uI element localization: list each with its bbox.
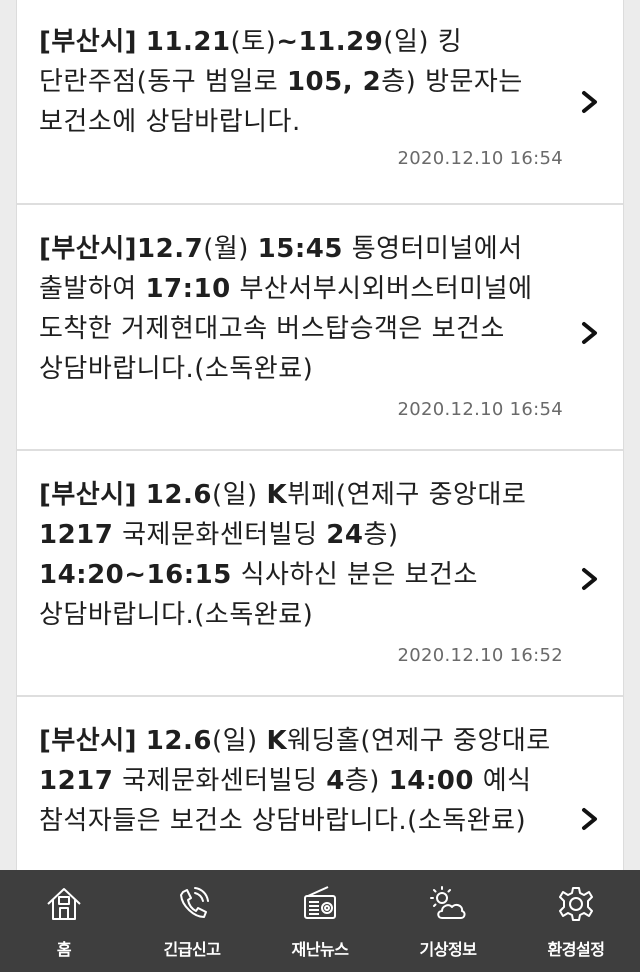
message-text: [부산시] 11.21(토)~11.29(일) 킹 단란주점(동구 범일로 10…	[39, 22, 563, 142]
message-text-segment: 1217	[39, 766, 114, 796]
radio-icon	[304, 886, 336, 919]
home-icon	[47, 888, 81, 920]
message-text-segment: 1217	[39, 520, 114, 550]
chevron-right-icon	[582, 568, 597, 590]
message-text-segment: 15:45	[257, 234, 343, 264]
chevron-right-icon	[582, 808, 597, 830]
message-text: [부산시] 12.6(일) K웨딩홀(연제구 중앙대로 1217 국제문화센터빌…	[39, 721, 563, 841]
message-text-segment	[137, 480, 146, 510]
message-text-segment: 11.21	[145, 27, 231, 57]
gear-icon	[559, 887, 593, 921]
message-text-segment: (월)	[203, 234, 258, 264]
message-region: [부산시]	[39, 726, 138, 756]
tab-label: 홈	[56, 940, 72, 959]
message-text-segment: 국제문화센터빌딩	[113, 766, 327, 796]
tab-label: 환경설정	[547, 940, 605, 959]
message-text-segment: 17:10	[145, 274, 231, 304]
message-text-segment: 층)	[344, 766, 389, 796]
chevron-right-icon	[582, 91, 597, 113]
message-text-segment	[137, 726, 146, 756]
message-list[interactable]: [부산시] 11.21(토)~11.29(일) 킹 단란주점(동구 범일로 10…	[16, 0, 624, 870]
message-text-segment: K	[266, 726, 288, 756]
message-text-segment: 12.6	[145, 726, 212, 756]
message-text-segment: 층)	[363, 520, 399, 550]
message-text-segment: 웨딩홀(연제구 중앙대로	[287, 726, 551, 756]
weather-icon	[430, 886, 466, 919]
message-text-segment: (일)	[211, 726, 267, 756]
chevron-right-icon	[582, 322, 597, 344]
message-date: 2020.12.10 16:54	[397, 399, 563, 420]
message-text-segment: 12.7	[137, 234, 204, 264]
message-text-segment: ~11.29	[276, 27, 384, 57]
message-item[interactable]: [부산시]12.7(월) 15:45 통영터미널에서 출발하여 17:10 부산…	[17, 205, 623, 451]
message-text-segment: 14:00	[388, 766, 474, 796]
message-text-segment: (토)	[230, 27, 277, 57]
tab-settings[interactable]: 환경설정	[512, 870, 640, 972]
message-region: [부산시]	[39, 27, 138, 57]
message-text-segment: 4	[326, 766, 345, 796]
tab-disaster-news[interactable]: 재난뉴스	[256, 870, 384, 972]
message-text-segment: (일)	[211, 480, 267, 510]
screen: [부산시] 11.21(토)~11.29(일) 킹 단란주점(동구 범일로 10…	[0, 0, 640, 972]
tab-weather[interactable]: 기상정보	[384, 870, 512, 972]
message-item[interactable]: [부산시] 12.6(일) K웨딩홀(연제구 중앙대로 1217 국제문화센터빌…	[17, 697, 623, 870]
tab-emergency-report[interactable]: 긴급신고	[128, 870, 256, 972]
message-region: [부산시]	[39, 234, 138, 264]
message-date: 2020.12.10 16:54	[397, 148, 563, 169]
tab-label: 긴급신고	[163, 940, 221, 959]
bottom-tab-bar: 홈 긴급신고 재난뉴스 기상정보 환경설정	[0, 870, 640, 972]
message-text-segment: 뷔페(연제구 중앙대로	[287, 480, 527, 510]
message-text-segment: 12.6	[145, 480, 212, 510]
message-text-segment: 국제문화센터빌딩	[113, 520, 327, 550]
tab-home[interactable]: 홈	[0, 870, 128, 972]
phone-icon	[180, 887, 209, 918]
message-text: [부산시]12.7(월) 15:45 통영터미널에서 출발하여 17:10 부산…	[39, 229, 563, 389]
message-text-segment: 14:20~16:15	[39, 560, 232, 590]
tab-label: 기상정보	[419, 940, 477, 959]
message-text-segment: K	[266, 480, 288, 510]
message-item[interactable]: [부산시] 12.6(일) K뷔페(연제구 중앙대로 1217 국제문화센터빌딩…	[17, 451, 623, 697]
message-text: [부산시] 12.6(일) K뷔페(연제구 중앙대로 1217 국제문화센터빌딩…	[39, 475, 563, 635]
message-item[interactable]: [부산시] 11.21(토)~11.29(일) 킹 단란주점(동구 범일로 10…	[17, 0, 623, 205]
message-date: 2020.12.10 16:52	[397, 645, 563, 666]
tab-label: 재난뉴스	[291, 940, 349, 959]
message-text-segment	[137, 27, 146, 57]
message-text-segment: 24	[326, 520, 364, 550]
message-region: [부산시]	[39, 480, 138, 510]
message-text-segment: 105, 2	[286, 67, 382, 97]
